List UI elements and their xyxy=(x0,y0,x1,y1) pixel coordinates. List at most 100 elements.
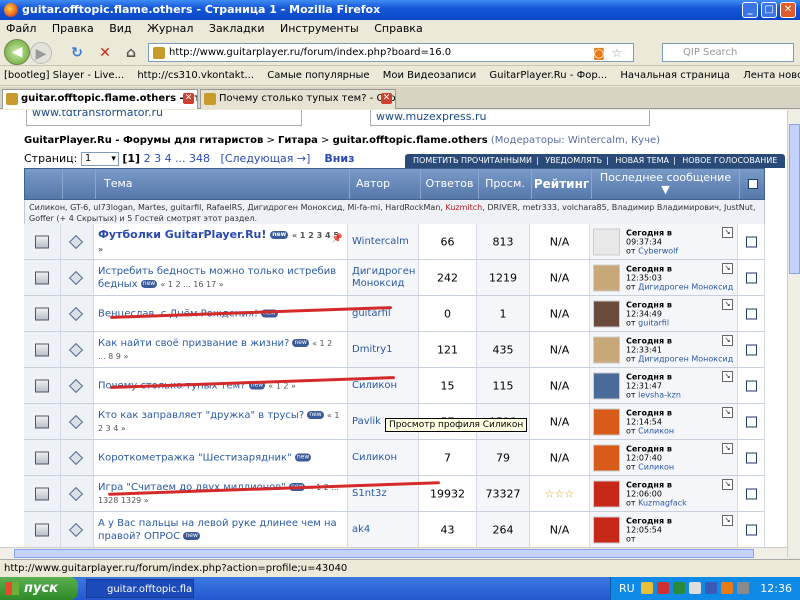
language-indicator[interactable]: RU xyxy=(619,577,635,600)
bookmark-item[interactable]: Начальная страница xyxy=(620,70,730,81)
author-link[interactable]: Pavlik xyxy=(352,416,381,428)
go-to-last-post-icon[interactable]: ↘ xyxy=(722,371,733,382)
select-all-checkbox[interactable] xyxy=(748,179,758,189)
bookmark-item[interactable]: Самые популярные xyxy=(267,70,369,81)
tray-icon[interactable] xyxy=(673,582,685,594)
scroll-thumb[interactable] xyxy=(14,549,754,558)
bookmark-item[interactable]: Мои Видеозаписи xyxy=(383,70,476,81)
bookmark-item[interactable]: [bootleg] Slayer - Live... xyxy=(4,70,124,81)
page-select[interactable]: 1 xyxy=(80,152,119,166)
topic-link[interactable]: Футболки GuitarPlayer.Ru! xyxy=(98,228,266,241)
tab-close-icon[interactable]: ✕ xyxy=(381,93,392,104)
author-link[interactable]: Wintercalm xyxy=(352,236,409,248)
bookmark-item[interactable]: GuitarPlayer.Ru - Фор... xyxy=(489,70,607,81)
back-button[interactable]: ◀ xyxy=(4,39,30,65)
author-link[interactable]: ak4 xyxy=(352,524,370,536)
scroll-thumb[interactable] xyxy=(789,124,800,274)
last-post-user[interactable]: Дигидроген Моноксид xyxy=(638,354,733,363)
tray-icon[interactable] xyxy=(689,582,701,594)
header-views[interactable]: Просм. xyxy=(478,169,531,199)
moderators-list[interactable]: Wintercalm, Куче) xyxy=(568,135,660,146)
topic-link[interactable]: Кто как заправляет "дружка" в трусы? xyxy=(98,410,304,421)
horizontal-scrollbar[interactable] xyxy=(0,547,787,559)
go-to-last-post-icon[interactable]: ↘ xyxy=(722,479,733,490)
search-input[interactable]: QIP Search xyxy=(662,43,794,62)
last-post-user[interactable]: Kuzmagfack xyxy=(638,498,687,507)
forward-button[interactable]: ▶ xyxy=(30,42,52,64)
row-checkbox[interactable] xyxy=(746,344,757,355)
pager-next[interactable]: [Следующая →] xyxy=(221,152,311,165)
row-checkbox[interactable] xyxy=(746,524,757,535)
notify-button[interactable]: УВЕДОМЛЯТЬ xyxy=(545,156,602,165)
reload-icon[interactable]: ↻ xyxy=(66,42,88,64)
breadcrumb-site[interactable]: GuitarPlayer.Ru - Форумы для гитаристов xyxy=(24,135,263,146)
go-to-last-post-icon[interactable]: ↘ xyxy=(722,227,733,238)
author-link[interactable]: Дигидроген Моноксид xyxy=(352,266,418,290)
close-button[interactable]: ✕ xyxy=(780,2,796,18)
tab-topic[interactable]: Почему столько тупых тем? - Страни... ✕ xyxy=(200,89,396,109)
breadcrumb-board[interactable]: guitar.offtopic.flame.others xyxy=(333,135,488,146)
go-to-last-post-icon[interactable]: ↘ xyxy=(722,515,733,526)
tab-close-icon[interactable]: ✕ xyxy=(183,93,194,104)
vertical-scrollbar[interactable] xyxy=(787,110,800,557)
menu-history[interactable]: Журнал xyxy=(147,22,193,35)
menu-help[interactable]: Справка xyxy=(374,22,422,35)
tray-icon[interactable] xyxy=(721,582,733,594)
menu-edit[interactable]: Правка xyxy=(52,22,94,35)
row-checkbox[interactable] xyxy=(746,380,757,391)
home-icon[interactable]: ⌂ xyxy=(120,42,142,64)
last-post-user[interactable]: Силикон xyxy=(638,426,674,435)
menu-bookmarks[interactable]: Закладки xyxy=(209,22,265,35)
start-button[interactable]: пуск xyxy=(0,577,78,600)
menu-view[interactable]: Вид xyxy=(109,22,131,35)
taskbar-item-firefox[interactable]: guitar.offtopic.flame... xyxy=(86,579,194,598)
tray-icon[interactable] xyxy=(705,582,717,594)
new-topic-button[interactable]: НОВАЯ ТЕМА xyxy=(615,156,669,165)
header-topic[interactable]: Тема xyxy=(95,169,349,199)
go-to-last-post-icon[interactable]: ↘ xyxy=(722,263,733,274)
tab-forum[interactable]: guitar.offtopic.flame.others - Стр... ✕ xyxy=(2,89,198,109)
go-to-last-post-icon[interactable]: ↘ xyxy=(722,443,733,454)
ad-link[interactable]: www.tdtransformator.ru xyxy=(32,110,163,119)
topic-link[interactable]: Как найти своё призвание в жизни? xyxy=(98,338,289,349)
last-post-user[interactable]: guitarfil xyxy=(638,318,669,327)
stop-icon[interactable]: ✕ xyxy=(94,42,116,64)
pager-bottom-link[interactable]: Вниз xyxy=(324,152,354,165)
author-link[interactable]: Силикон xyxy=(352,452,397,464)
menu-file[interactable]: Файл xyxy=(6,22,36,35)
row-checkbox[interactable] xyxy=(746,452,757,463)
go-to-last-post-icon[interactable]: ↘ xyxy=(722,299,733,310)
row-checkbox[interactable] xyxy=(746,236,757,247)
bookmark-item[interactable]: Лента новостей xyxy=(743,70,800,81)
row-checkbox[interactable] xyxy=(746,308,757,319)
new-poll-button[interactable]: НОВОЕ ГОЛОСОВАНИЕ xyxy=(682,156,777,165)
address-bar[interactable]: http://www.guitarplayer.ru/forum/index.p… xyxy=(148,43,634,62)
tray-icon[interactable] xyxy=(657,582,669,594)
menu-tools[interactable]: Инструменты xyxy=(280,22,359,35)
row-checkbox[interactable] xyxy=(746,272,757,283)
topic-pages[interactable]: « 1 2 ... 16 17 » xyxy=(160,280,223,289)
bookmark-item[interactable]: http://cs310.vkontakt... xyxy=(137,70,254,81)
last-post-user[interactable]: Силикон xyxy=(638,462,674,471)
pager-links[interactable]: 2 3 4 ... 348 xyxy=(144,152,210,165)
tray-icon[interactable] xyxy=(737,582,749,594)
last-post-user[interactable]: Дигидроген Моноксид xyxy=(638,282,733,291)
last-post-user[interactable]: Cyberwolf xyxy=(638,246,678,255)
row-checkbox[interactable] xyxy=(746,488,757,499)
header-replies[interactable]: Ответов xyxy=(420,169,478,199)
row-checkbox[interactable] xyxy=(746,416,757,427)
breadcrumb-cat[interactable]: Гитара xyxy=(278,135,318,146)
tray-icon[interactable] xyxy=(641,582,653,594)
go-to-last-post-icon[interactable]: ↘ xyxy=(722,407,733,418)
go-to-last-post-icon[interactable]: ↘ xyxy=(722,335,733,346)
topic-link[interactable]: Короткометражка "Шестизарядник" xyxy=(98,452,292,463)
header-author[interactable]: Автор xyxy=(349,169,420,199)
header-last[interactable]: Последнее сообщение ▼ xyxy=(591,169,739,199)
viewers-highlight[interactable]: Kuzmitch xyxy=(446,203,483,212)
maximize-button[interactable]: □ xyxy=(761,2,777,18)
header-rating[interactable]: Рейтинг xyxy=(531,169,591,199)
author-link[interactable]: S1nt3z xyxy=(352,488,387,500)
minimize-button[interactable]: _ xyxy=(742,2,758,18)
topic-link[interactable]: А у Вас пальцы на левой руке длинее чем … xyxy=(98,518,337,542)
author-link[interactable]: Dmitry1 xyxy=(352,344,393,356)
